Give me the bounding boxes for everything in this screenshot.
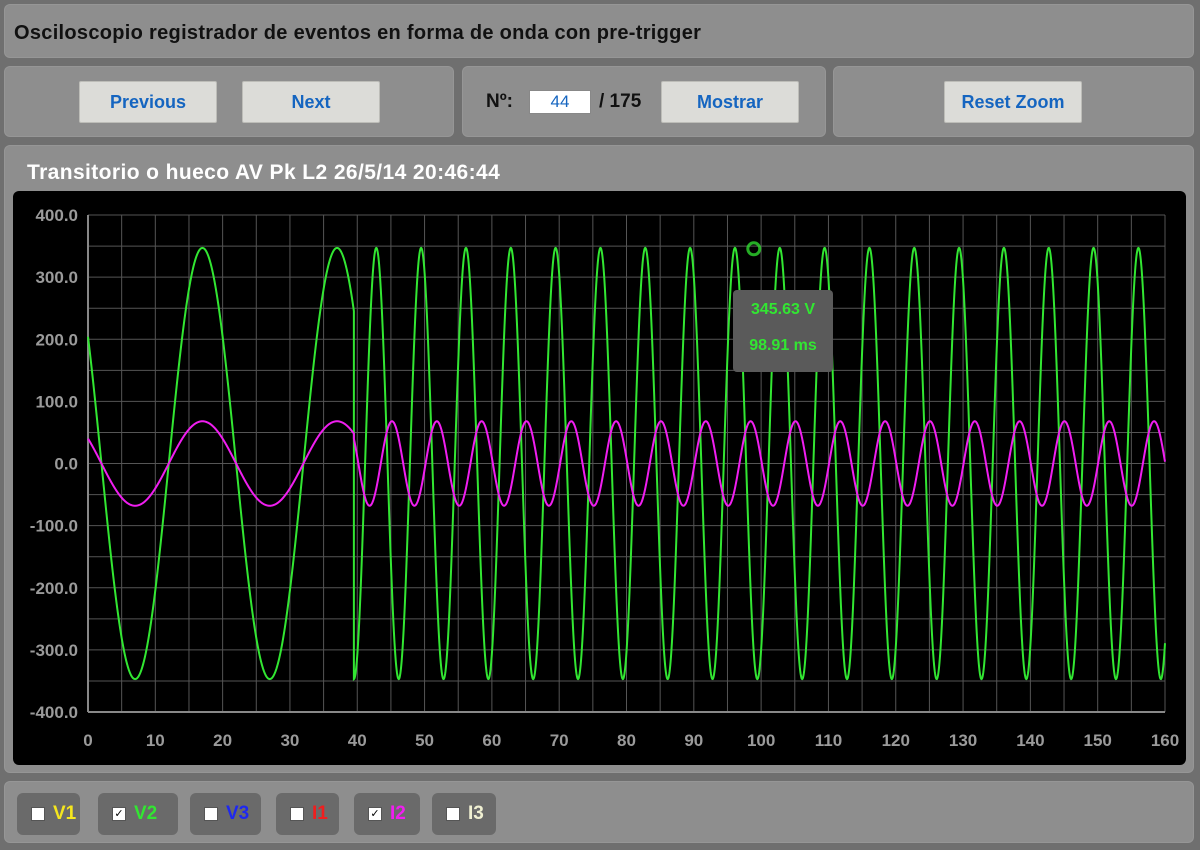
tooltip-time: 98.91 ms: [749, 337, 817, 354]
x-tick-label: 130: [949, 731, 977, 750]
show-button[interactable]: Mostrar: [661, 81, 799, 123]
chart-area[interactable]: 400.0 300.0 200.0 100.0 0.0 -100.0 -200.0 -300.…: [13, 191, 1186, 765]
checkbox-i2[interactable]: ✓: [368, 807, 382, 821]
y-tick-label: -100.0: [30, 517, 78, 536]
chart-title: Transitorio o hueco AV Pk L2 26/5/14 20:…: [27, 161, 501, 184]
legend-label-i3: I3: [468, 803, 484, 824]
y-tick-label: 300.0: [35, 268, 78, 287]
y-tick-label: -200.0: [30, 579, 78, 598]
waveform-chart[interactable]: 400.0 300.0 200.0 100.0 0.0 -100.0 -200.0 -300.…: [13, 191, 1186, 765]
checkbox-v1[interactable]: [31, 807, 45, 821]
x-tick-label: 140: [1016, 731, 1044, 750]
legend-label-i2: I2: [390, 803, 406, 824]
checkbox-v2[interactable]: ✓: [112, 807, 126, 821]
x-tick-label: 110: [815, 731, 842, 750]
legend-label-v3: V3: [226, 803, 250, 824]
legend-item-i2[interactable]: ✓ I2: [354, 793, 420, 835]
legend-label-v1: V1: [53, 803, 77, 824]
legend-panel: V1 ✓ V2 V3 I1 ✓ I2 I3: [4, 781, 1194, 843]
tooltip-value: 345.63 V: [750, 301, 816, 318]
y-tick-label: -300.0: [30, 641, 78, 660]
record-number-label: Nº:: [486, 91, 513, 112]
navigation-panel: Previous Next: [4, 66, 454, 137]
chart-panel: Transitorio o hueco AV Pk L2 26/5/14 20:…: [4, 145, 1194, 773]
y-tick-label: 100.0: [35, 392, 78, 411]
x-tick-label: 10: [146, 731, 165, 750]
record-number-input[interactable]: [529, 90, 591, 114]
zoom-panel: Reset Zoom: [833, 66, 1194, 137]
legend-item-v2[interactable]: ✓ V2: [98, 793, 178, 835]
x-tick-label: 40: [348, 731, 367, 750]
legend-item-i3[interactable]: I3: [432, 793, 496, 835]
x-tick-label: 160: [1151, 731, 1179, 750]
x-tick-label: 120: [882, 731, 910, 750]
x-tick-label: 70: [550, 731, 569, 750]
x-tick-label: 0: [83, 731, 92, 750]
title-bar: Osciloscopio registrador de eventos en f…: [4, 4, 1194, 58]
record-total-label: / 175: [599, 91, 642, 112]
reset-zoom-button[interactable]: Reset Zoom: [944, 81, 1082, 123]
checkbox-i3[interactable]: [446, 807, 460, 821]
record-selector-panel: Nº: / 175 Mostrar: [462, 66, 826, 137]
x-tick-label: 50: [415, 731, 434, 750]
y-tick-label: 400.0: [35, 206, 78, 225]
checkbox-v3[interactable]: [204, 807, 218, 821]
x-tick-label: 30: [280, 731, 299, 750]
legend-item-i1[interactable]: I1: [276, 793, 339, 835]
x-tick-label: 20: [213, 731, 232, 750]
chart-marks: [746, 241, 762, 257]
x-tick-label: 150: [1084, 731, 1112, 750]
legend-label-i1: I1: [312, 803, 328, 824]
legend-item-v3[interactable]: V3: [190, 793, 261, 835]
x-tick-label: 80: [617, 731, 636, 750]
value-tooltip: 345.63 V 98.91 ms: [733, 290, 833, 372]
x-tick-label: 100: [747, 731, 775, 750]
y-tick-label: 0.0: [54, 455, 78, 474]
highlight-point: [746, 241, 762, 257]
checkbox-i1[interactable]: [290, 807, 304, 821]
next-button[interactable]: Next: [242, 81, 380, 123]
x-tick-label: 60: [482, 731, 501, 750]
page-title: Osciloscopio registrador de eventos en f…: [14, 22, 702, 44]
y-tick-label: -400.0: [30, 703, 78, 722]
legend-item-v1[interactable]: V1: [17, 793, 80, 835]
x-tick-label: 90: [684, 731, 703, 750]
y-tick-label: 200.0: [35, 330, 78, 349]
previous-button[interactable]: Previous: [79, 81, 217, 123]
legend-label-v2: V2: [134, 803, 158, 824]
